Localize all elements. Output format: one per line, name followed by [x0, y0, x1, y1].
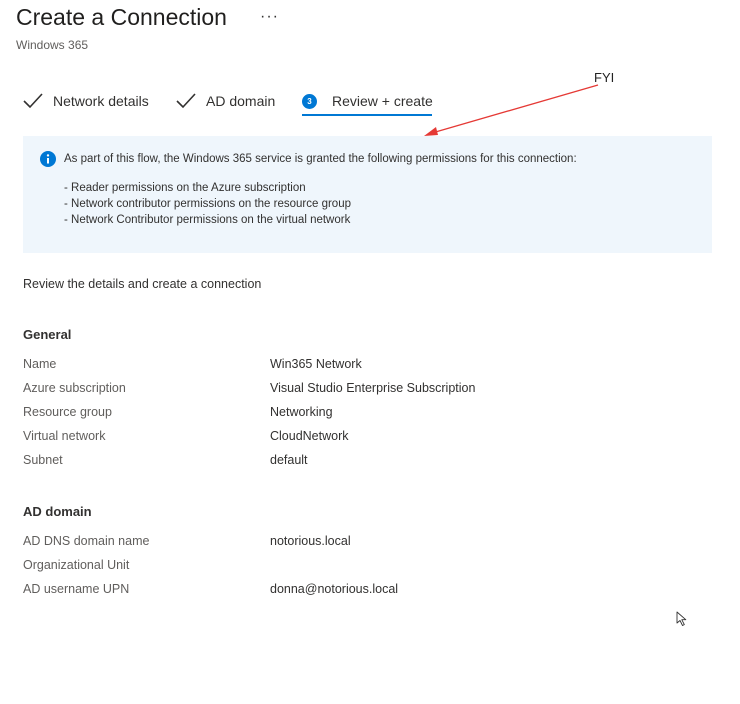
detail-row-ad-username-upn: AD username UPN donna@notorious.local: [23, 582, 703, 602]
detail-label: AD username UPN: [23, 582, 130, 596]
step-number-badge: 3: [302, 93, 317, 109]
permissions-info-box: As part of this flow, the Windows 365 se…: [23, 136, 712, 253]
list-item: - Network Contributor permissions on the…: [64, 214, 351, 226]
detail-value: Visual Studio Enterprise Subscription: [270, 381, 476, 395]
step-label: Network details: [53, 93, 149, 109]
section-heading-general: General: [23, 327, 72, 342]
detail-label: AD DNS domain name: [23, 534, 150, 548]
checkmark-icon: [176, 93, 196, 109]
permissions-list: - Reader permissions on the Azure subscr…: [64, 180, 351, 228]
detail-row-azure-subscription: Azure subscription Visual Studio Enterpr…: [23, 381, 703, 401]
detail-row-organizational-unit: Organizational Unit: [23, 558, 703, 578]
more-options-button[interactable]: ···: [260, 8, 279, 26]
detail-value: Networking: [270, 405, 333, 419]
detail-label: Azure subscription: [23, 381, 126, 395]
detail-row-resource-group: Resource group Networking: [23, 405, 703, 425]
detail-row-subnet: Subnet default: [23, 453, 703, 473]
step-network-details[interactable]: Network details: [22, 88, 149, 114]
step-label: AD domain: [206, 93, 276, 109]
list-item: - Network contributor permissions on the…: [64, 198, 351, 210]
detail-row-virtual-network: Virtual network CloudNetwork: [23, 429, 703, 449]
annotation-label: FYI: [594, 70, 615, 85]
detail-value: donna@notorious.local: [270, 582, 399, 596]
detail-label: Subnet: [23, 453, 63, 467]
info-message: As part of this flow, the Windows 365 se…: [64, 153, 577, 165]
detail-label: Name: [23, 357, 57, 371]
page-title: Create a Connection: [16, 4, 227, 30]
detail-label: Resource group: [23, 405, 112, 419]
step-review-create[interactable]: 3 Review + create: [302, 88, 433, 114]
detail-value: Win365 Network: [270, 357, 362, 371]
detail-label: Virtual network: [23, 429, 106, 443]
detail-value: notorious.local: [270, 534, 351, 548]
detail-label: Organizational Unit: [23, 558, 130, 572]
info-icon: [40, 151, 56, 167]
detail-row-name: Name Win365 Network: [23, 357, 703, 377]
checkmark-icon: [23, 93, 43, 109]
review-intro: Review the details and create a connecti…: [23, 277, 262, 291]
active-step-indicator: [302, 114, 432, 116]
detail-row-ad-dns-domain-name: AD DNS domain name notorious.local: [23, 534, 703, 554]
step-ad-domain[interactable]: AD domain: [175, 88, 275, 114]
page-subtitle: Windows 365: [16, 38, 89, 52]
list-item: - Reader permissions on the Azure subscr…: [64, 182, 306, 194]
detail-value: CloudNetwork: [270, 429, 349, 443]
section-heading-ad-domain: AD domain: [23, 504, 92, 519]
step-label: Review + create: [332, 93, 433, 109]
mouse-cursor-icon: [676, 611, 687, 626]
detail-value: default: [270, 453, 308, 467]
